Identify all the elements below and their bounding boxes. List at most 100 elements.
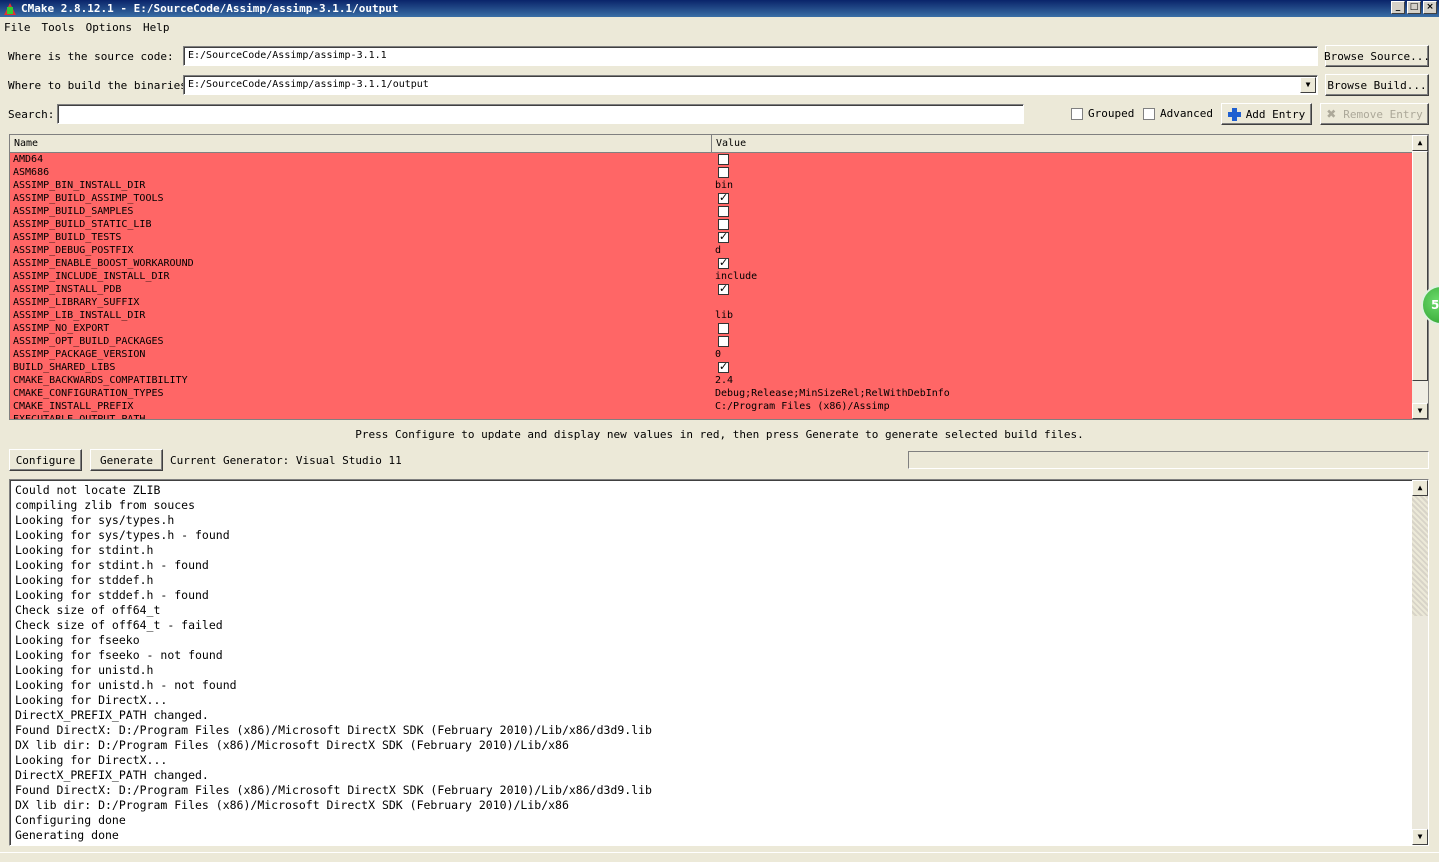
chevron-down-icon[interactable]: ▼ xyxy=(1300,77,1316,93)
table-row[interactable]: EXECUTABLE_OUTPUT_PATH xyxy=(10,413,1413,420)
build-path-combo[interactable]: E:/SourceCode/Assimp/assimp-3.1.1/output… xyxy=(183,75,1318,95)
cache-entry-value[interactable]: Debug;Release;MinSizeRel;RelWithDebInfo xyxy=(711,387,950,400)
unchecked-checkbox[interactable] xyxy=(718,206,729,217)
cache-entry-checkbox[interactable] xyxy=(711,230,729,244)
table-row[interactable]: ASSIMP_ENABLE_BOOST_WORKAROUND xyxy=(10,256,1413,270)
table-row[interactable]: ASSIMP_NO_EXPORT xyxy=(10,322,1413,335)
cache-entry-value[interactable] xyxy=(711,296,715,309)
cache-entry-value[interactable]: include xyxy=(711,270,757,283)
close-button[interactable]: × xyxy=(1423,1,1437,14)
table-row[interactable]: CMAKE_BACKWARDS_COMPATIBILITY 2.4 xyxy=(10,374,1413,387)
cache-entry-checkbox[interactable] xyxy=(711,282,729,296)
unchecked-checkbox[interactable] xyxy=(718,167,729,178)
output-log[interactable]: Could not locate ZLIB compiling zlib from… xyxy=(9,479,1429,846)
source-label: Where is the source code: xyxy=(8,50,174,63)
table-row[interactable]: ASSIMP_BIN_INSTALL_DIR bin xyxy=(10,179,1413,192)
log-line: DirectX_PREFIX_PATH changed. xyxy=(15,768,209,782)
checked-checkbox[interactable] xyxy=(718,282,729,295)
add-entry-button[interactable]: Add Entry xyxy=(1221,103,1312,125)
table-row[interactable]: ASSIMP_BUILD_ASSIMP_TOOLS xyxy=(10,191,1413,205)
source-path-input[interactable]: E:/SourceCode/Assimp/assimp-3.1.1 xyxy=(183,46,1318,66)
cache-entry-name: ASM686 xyxy=(13,167,50,178)
cache-entry-name: ASSIMP_DEBUG_POSTFIX xyxy=(13,245,134,256)
table-row[interactable]: CMAKE_INSTALL_PREFIX C:/Program Files (x8… xyxy=(10,400,1413,413)
advanced-option[interactable]: Advanced xyxy=(1143,107,1213,120)
cache-entry-value[interactable]: lib xyxy=(711,309,733,322)
table-row[interactable]: BUILD_SHARED_LIBS xyxy=(10,360,1413,374)
cache-entry-name: ASSIMP_BUILD_TESTS xyxy=(13,232,122,243)
cache-table[interactable]: Name Value AMD64 ASM686 ASSIMP_BIN_INSTALL… xyxy=(9,134,1429,420)
unchecked-checkbox[interactable] xyxy=(718,323,729,334)
unchecked-checkbox[interactable] xyxy=(718,154,729,165)
generate-button[interactable]: Generate xyxy=(90,449,163,471)
table-row[interactable]: ASSIMP_PACKAGE_VERSION 0 xyxy=(10,348,1413,361)
cache-entry-value[interactable]: 2.4 xyxy=(711,374,733,387)
cache-entry-value[interactable]: C:/Program Files (x86)/Assimp xyxy=(711,400,890,413)
browse-source-button[interactable]: Browse Source... xyxy=(1324,45,1430,67)
scroll-down-icon[interactable]: ▼ xyxy=(1412,829,1428,845)
log-scroll-track[interactable] xyxy=(1412,496,1428,616)
table-row[interactable]: AMD64 xyxy=(10,153,1413,166)
column-header-value[interactable]: Value xyxy=(712,135,1413,153)
cache-entry-checkbox[interactable] xyxy=(711,166,729,179)
menu-options[interactable]: Options xyxy=(86,21,132,34)
table-row[interactable]: ASM686 xyxy=(10,166,1413,179)
cache-entry-name: ASSIMP_PACKAGE_VERSION xyxy=(13,349,146,360)
cache-entry-checkbox[interactable] xyxy=(711,322,729,335)
log-line: Looking for fseeko xyxy=(15,633,140,647)
log-line: Looking for sys/types.h xyxy=(15,513,175,527)
log-line: Looking for unistd.h - not found xyxy=(15,678,237,692)
unchecked-checkbox[interactable] xyxy=(718,336,729,347)
column-header-name[interactable]: Name xyxy=(10,135,712,153)
scroll-up-icon[interactable]: ▲ xyxy=(1412,135,1428,151)
cache-entry-name: AMD64 xyxy=(13,154,44,165)
checked-checkbox[interactable] xyxy=(718,256,729,269)
cache-entry-name: ASSIMP_BUILD_ASSIMP_TOOLS xyxy=(13,193,164,204)
cache-entry-checkbox[interactable] xyxy=(711,191,729,205)
cache-entry-value[interactable] xyxy=(711,413,715,419)
cache-scroll-thumb[interactable] xyxy=(1412,151,1428,381)
log-scrollbar[interactable]: ▲ ▼ xyxy=(1412,480,1428,845)
cache-scrollbar[interactable]: ▲ ▼ xyxy=(1412,135,1428,419)
table-row[interactable]: ASSIMP_BUILD_STATIC_LIB xyxy=(10,218,1413,231)
table-row[interactable]: ASSIMP_LIB_INSTALL_DIR lib xyxy=(10,309,1413,322)
table-row[interactable]: ASSIMP_OPT_BUILD_PACKAGES xyxy=(10,335,1413,348)
log-line: Configuring done xyxy=(15,813,126,827)
menu-tools[interactable]: Tools xyxy=(42,21,75,34)
checked-checkbox[interactable] xyxy=(718,360,729,373)
scroll-down-icon[interactable]: ▼ xyxy=(1412,403,1428,419)
menu-file[interactable]: File xyxy=(4,21,31,34)
maximize-button[interactable]: □ xyxy=(1407,1,1421,14)
cache-entry-name: EXECUTABLE_OUTPUT_PATH xyxy=(13,414,146,420)
table-row[interactable]: ASSIMP_BUILD_TESTS xyxy=(10,230,1413,244)
table-row[interactable]: ASSIMP_BUILD_SAMPLES xyxy=(10,205,1413,218)
browse-build-button[interactable]: Browse Build... xyxy=(1325,74,1429,96)
search-input[interactable] xyxy=(57,104,1024,124)
cache-entry-checkbox[interactable] xyxy=(711,205,729,218)
table-row[interactable]: CMAKE_CONFIGURATION_TYPES Debug;Release;M… xyxy=(10,387,1413,400)
cache-entry-name: ASSIMP_INCLUDE_INSTALL_DIR xyxy=(13,271,170,282)
table-row[interactable]: ASSIMP_INSTALL_PDB xyxy=(10,282,1413,296)
remove-entry-button[interactable]: ✖ Remove Entry xyxy=(1320,103,1429,125)
table-row[interactable]: ASSIMP_INCLUDE_INSTALL_DIR include xyxy=(10,270,1413,283)
cache-entry-checkbox[interactable] xyxy=(711,153,729,166)
checked-checkbox[interactable] xyxy=(718,230,729,243)
configure-button[interactable]: Configure xyxy=(9,449,82,471)
cache-entry-checkbox[interactable] xyxy=(711,256,729,270)
grouped-option[interactable]: Grouped xyxy=(1071,107,1134,120)
advanced-checkbox[interactable] xyxy=(1143,107,1155,120)
cache-entry-checkbox[interactable] xyxy=(711,360,729,374)
cache-table-header: Name Value xyxy=(10,135,1413,153)
cache-entry-name: CMAKE_INSTALL_PREFIX xyxy=(13,401,134,412)
unchecked-checkbox[interactable] xyxy=(718,219,729,230)
table-row[interactable]: ASSIMP_DEBUG_POSTFIX d xyxy=(10,244,1413,257)
minimize-button[interactable]: _ xyxy=(1391,1,1405,14)
menu-help[interactable]: Help xyxy=(143,21,170,34)
table-row[interactable]: ASSIMP_LIBRARY_SUFFIX xyxy=(10,296,1413,309)
cache-entry-checkbox[interactable] xyxy=(711,335,729,348)
plus-icon xyxy=(1227,107,1241,121)
log-line: Could not locate ZLIB xyxy=(15,483,161,497)
scroll-up-icon[interactable]: ▲ xyxy=(1412,480,1428,496)
checked-checkbox[interactable] xyxy=(718,191,729,204)
grouped-checkbox[interactable] xyxy=(1071,107,1083,120)
